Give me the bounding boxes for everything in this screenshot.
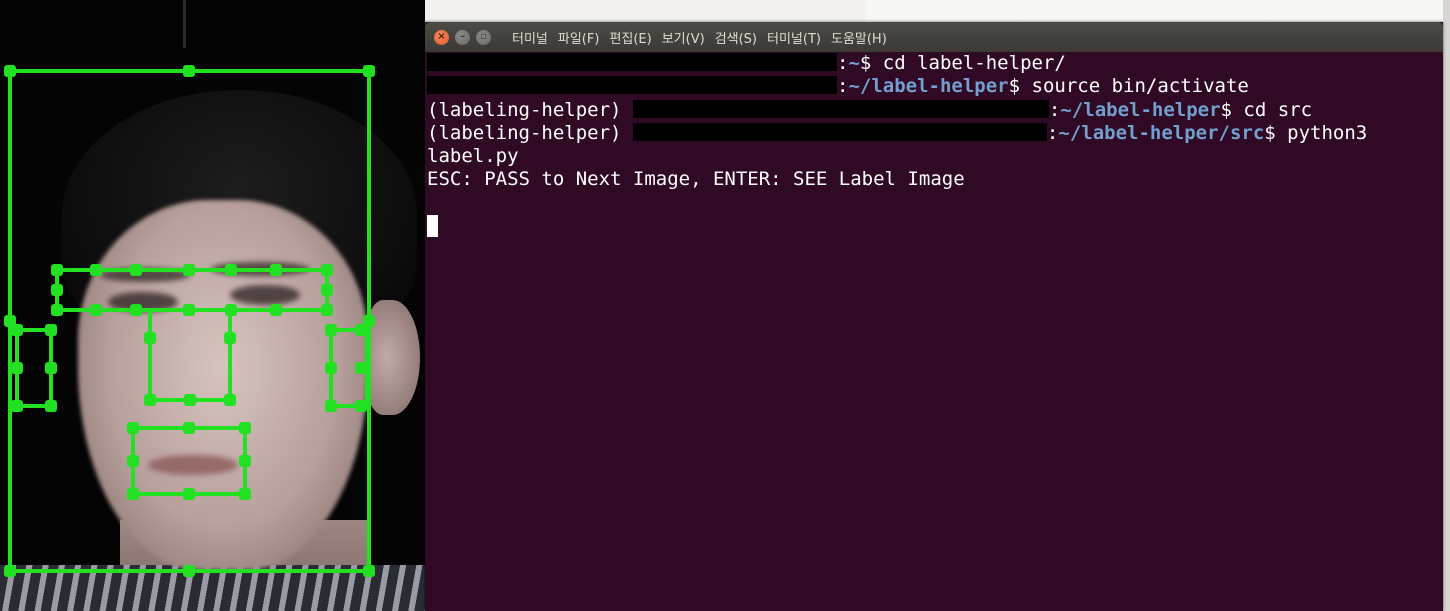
resize-handle[interactable]	[127, 455, 139, 467]
resize-handle[interactable]	[127, 488, 139, 500]
redacted-prompt	[427, 53, 837, 71]
mouth-bounding-box[interactable]	[131, 426, 247, 496]
label-image-window	[0, 0, 425, 611]
resize-handle[interactable]	[183, 488, 195, 500]
minimize-icon[interactable]: –	[455, 29, 470, 45]
terminal-line: (labeling-helper) :~/label-helper$ cd sr…	[427, 98, 1313, 121]
resize-handle[interactable]	[4, 65, 16, 77]
terminal-line	[427, 215, 1443, 238]
terminal-line: (labeling-helper) :~/label-helper/src$ p…	[427, 121, 1368, 144]
terminal-titlebar[interactable]: × – ▫ 터미널 파일(F) 편집(E) 보기(V) 검색(S) 터미널(T)…	[425, 22, 1443, 52]
terminal-line: :~$ cd label-helper/	[427, 52, 1443, 75]
resize-handle[interactable]	[183, 264, 195, 276]
resize-handle[interactable]	[45, 324, 57, 336]
terminal-line: :~/label-helper$ source bin/activate	[427, 75, 1443, 98]
resize-handle[interactable]	[183, 565, 195, 577]
background-window-edge	[1443, 0, 1450, 611]
prompt-path: ~/label-helper	[848, 75, 1009, 98]
resize-handle[interactable]	[325, 362, 337, 374]
resize-handle[interactable]	[90, 304, 102, 316]
resize-handle[interactable]	[183, 65, 195, 77]
resize-handle[interactable]	[325, 400, 337, 412]
resize-handle[interactable]	[144, 394, 156, 406]
resize-handle[interactable]	[239, 422, 251, 434]
redacted-prompt	[632, 122, 1047, 141]
label-overlay	[4, 65, 375, 577]
resize-handle[interactable]	[127, 422, 139, 434]
terminal-menubar: 터미널 파일(F) 편집(E) 보기(V) 검색(S) 터미널(T) 도움말(H…	[507, 28, 892, 47]
terminal-scrollbar[interactable]	[1433, 52, 1441, 607]
resize-handle[interactable]	[184, 394, 196, 406]
resize-handle[interactable]	[90, 264, 102, 276]
resize-handle[interactable]	[325, 324, 337, 336]
resize-handle[interactable]	[183, 304, 195, 316]
resize-handle[interactable]	[224, 394, 236, 406]
menu-edit[interactable]: 편집(E)	[604, 28, 656, 47]
menu-search[interactable]: 검색(S)	[710, 28, 762, 47]
close-icon[interactable]: ×	[434, 29, 449, 45]
resize-handle[interactable]	[225, 304, 237, 316]
resize-handle[interactable]	[51, 264, 63, 276]
resize-handle[interactable]	[4, 565, 16, 577]
prompt-path: ~/label-helper	[1060, 98, 1221, 121]
resize-handle[interactable]	[270, 304, 282, 316]
resize-handle[interactable]	[363, 65, 375, 77]
resize-handle[interactable]	[225, 264, 237, 276]
resize-handle[interactable]	[239, 488, 251, 500]
redacted-prompt	[632, 99, 1049, 118]
resize-handle[interactable]	[130, 304, 142, 316]
venv-name: (labeling-helper)	[427, 98, 622, 121]
menu-view[interactable]: 보기(V)	[657, 28, 710, 47]
menu-terminal[interactable]: 터미널(T)	[762, 28, 826, 47]
resize-handle[interactable]	[321, 264, 333, 276]
nose-bounding-box[interactable]	[148, 308, 232, 402]
terminal-output[interactable]: :~$ cd label-helper/ :~/label-helper$ so…	[425, 52, 1443, 611]
prompt-path: ~/label-helper/src	[1058, 121, 1265, 144]
resize-handle[interactable]	[11, 362, 23, 374]
prompt-path: ~	[848, 52, 860, 74]
resize-handle[interactable]	[11, 400, 23, 412]
maximize-icon[interactable]: ▫	[476, 29, 491, 45]
resize-handle[interactable]	[51, 304, 63, 316]
resize-handle[interactable]	[270, 264, 282, 276]
background-window	[865, 0, 1450, 22]
resize-handle[interactable]	[321, 304, 333, 316]
resize-handle[interactable]	[321, 284, 333, 296]
terminal-line: ESC: PASS to Next Image, ENTER: SEE Labe…	[427, 168, 965, 191]
resize-handle[interactable]	[363, 565, 375, 577]
resize-handle[interactable]	[239, 455, 251, 467]
command-text: source bin/activate	[1031, 75, 1249, 98]
resize-handle[interactable]	[45, 362, 57, 374]
menu-help[interactable]: 도움말(H)	[826, 28, 892, 47]
redacted-prompt	[427, 76, 837, 95]
resize-handle[interactable]	[183, 422, 195, 434]
resize-handle[interactable]	[355, 400, 367, 412]
venv-name: (labeling-helper)	[427, 121, 622, 144]
resize-handle[interactable]	[224, 332, 236, 344]
command-text: cd label-helper/	[882, 52, 1066, 74]
command-text: python3	[1287, 121, 1368, 144]
menu-file[interactable]: 파일(F)	[553, 28, 605, 47]
command-text: cd src	[1243, 98, 1313, 121]
resize-handle[interactable]	[45, 400, 57, 412]
text-cursor	[427, 215, 438, 238]
resize-handle[interactable]	[355, 324, 367, 336]
resize-handle[interactable]	[51, 284, 63, 296]
menu-terminal-title: 터미널	[512, 31, 548, 47]
resize-handle[interactable]	[144, 332, 156, 344]
terminal-window[interactable]: × – ▫ 터미널 파일(F) 편집(E) 보기(V) 검색(S) 터미널(T)…	[425, 22, 1443, 611]
resize-handle[interactable]	[130, 264, 142, 276]
terminal-line: label.py	[427, 145, 519, 168]
resize-handle[interactable]	[11, 324, 23, 336]
resize-handle[interactable]	[355, 362, 367, 374]
